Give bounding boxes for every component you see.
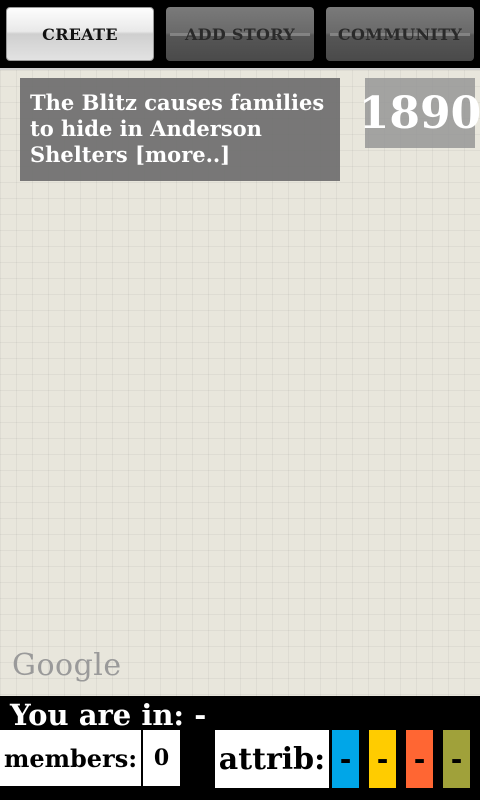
map-view[interactable]: The Blitz causes families to hide in And… xyxy=(0,68,480,696)
tab-community[interactable]: COMMUNITY xyxy=(326,7,474,61)
location-status: You are in: - xyxy=(10,698,207,732)
members-count: 0 xyxy=(143,730,180,786)
attrib-yellow[interactable]: - xyxy=(369,730,396,788)
tab-create[interactable]: CREATE xyxy=(6,7,154,61)
year-value: 1890 xyxy=(358,87,480,139)
bottom-panel: You are in: - members: 0 attrib: - - - - xyxy=(0,696,480,800)
google-logo: Google xyxy=(12,648,122,683)
year-badge: 1890 xyxy=(359,78,480,148)
attrib-orange[interactable]: - xyxy=(406,730,433,788)
story-callout[interactable]: The Blitz causes families to hide in And… xyxy=(20,78,340,181)
tab-bar: CREATE ADD STORY COMMUNITY xyxy=(0,0,480,68)
attrib-olive[interactable]: - xyxy=(443,730,470,788)
attrib-blue[interactable]: - xyxy=(332,730,359,788)
tab-add-story-label: ADD STORY xyxy=(184,24,296,44)
members-label: members: xyxy=(0,730,141,786)
tab-create-label: CREATE xyxy=(42,24,118,44)
attrib-label: attrib: xyxy=(215,730,329,788)
story-text: The Blitz causes families to hide in And… xyxy=(30,90,325,167)
tab-community-label: COMMUNITY xyxy=(337,24,463,44)
tab-add-story[interactable]: ADD STORY xyxy=(166,7,314,61)
